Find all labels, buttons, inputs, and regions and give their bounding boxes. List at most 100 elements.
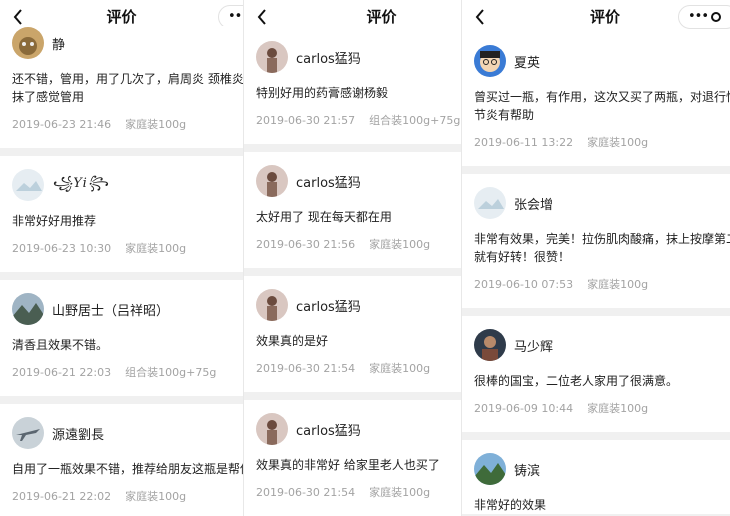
review-meta: 2019-06-30 21:57 组合装100g+75g bbox=[256, 112, 460, 144]
review-spec: 家庭装100g bbox=[587, 402, 649, 415]
review-text: 太好用了 现在每天都在用 bbox=[256, 210, 392, 224]
review-date: 2019-06-30 21:56 bbox=[256, 238, 356, 251]
review-card: carlos猛犸 效果真的是好 2019-06-30 21:54 家庭装100g bbox=[244, 288, 461, 400]
avatar[interactable] bbox=[12, 27, 44, 59]
review-text: 自用了一瓶效果不错，推荐给朋友这瓶是帮他买的 bbox=[12, 462, 243, 476]
person-icon bbox=[256, 165, 288, 197]
review-text: 很棒的国宝，二位老人家用了很满意。 bbox=[474, 374, 679, 388]
avatar[interactable] bbox=[256, 413, 288, 445]
review-spec: 家庭装100g bbox=[125, 118, 187, 131]
review-meta: 2019-06-23 10:30 家庭装100g bbox=[12, 240, 231, 272]
review-spec: 家庭装100g bbox=[369, 238, 431, 251]
review-list: 夏英 曾买过一瓶，有作用，这次又买了两瓶，对退行性关 节炎有帮助 2019-06… bbox=[462, 44, 730, 516]
avatar[interactable] bbox=[256, 289, 288, 321]
menu-capsule[interactable]: ••• bbox=[678, 5, 730, 29]
review-spec: 家庭装100g bbox=[369, 362, 431, 375]
more-icon[interactable]: ••• bbox=[688, 9, 709, 24]
reviewer-name: 静 bbox=[52, 37, 66, 53]
review-spec: 家庭装100g bbox=[587, 278, 649, 291]
review-date: 2019-06-10 07:53 bbox=[474, 278, 574, 291]
review-meta: 2019-06-10 07:53 家庭装100g bbox=[474, 276, 718, 308]
review-card: 张会增 非常有效果，完美！拉伤肌肉酸痛，抹上按摩第二天 就有好转！很赞！ 201… bbox=[462, 186, 730, 316]
review-date: 2019-06-30 21:54 bbox=[256, 486, 356, 499]
review-meta: 2019-06-30 21:54 家庭装100g bbox=[256, 484, 449, 516]
review-date: 2019-06-21 22:03 bbox=[12, 366, 112, 379]
reviewer-name: carlos猛犸 bbox=[296, 423, 361, 439]
landscape-icon bbox=[12, 169, 44, 201]
review-text: 非常好好用推荐 bbox=[12, 214, 97, 228]
avatar[interactable] bbox=[12, 417, 44, 449]
review-meta: 2019-06-21 22:03 组合装100g+75g bbox=[12, 364, 231, 396]
review-card: 铸滨 非常好的效果 bbox=[462, 452, 730, 516]
review-text: 清香且效果不错。 bbox=[12, 338, 109, 352]
review-spec: 家庭装100g bbox=[369, 486, 431, 499]
reviewer-name: ꧁Yi꧂ bbox=[52, 175, 110, 191]
back-button[interactable] bbox=[254, 8, 270, 26]
review-card: carlos猛犸 太好用了 现在每天都在用 2019-06-30 21:56 家庭… bbox=[244, 164, 461, 276]
cat-icon bbox=[12, 27, 44, 59]
avatar[interactable] bbox=[474, 187, 506, 219]
review-spec: 家庭装100g bbox=[587, 136, 649, 149]
review-list: carlos猛犸 特别好用的药膏感谢杨毅 2019-06-30 21:57 组合装… bbox=[244, 40, 461, 516]
review-spec: 家庭装100g bbox=[125, 490, 187, 503]
airplane-icon bbox=[12, 417, 44, 449]
chevron-left-icon bbox=[257, 9, 266, 25]
review-date: 2019-06-11 13:22 bbox=[474, 136, 574, 149]
avatar[interactable] bbox=[474, 453, 506, 485]
avatar[interactable] bbox=[474, 45, 506, 77]
avatar[interactable] bbox=[256, 41, 288, 73]
review-card: 静 还不错，管用，用了几次了，肩周炎 颈椎炎 腰 抹了感觉管用 2019-06-… bbox=[0, 26, 243, 156]
cartoon-face-icon bbox=[474, 45, 506, 77]
avatar[interactable] bbox=[474, 329, 506, 361]
reviewer-name: 铸滨 bbox=[514, 463, 541, 479]
reviewer-name: 山野居士（吕祥昭） bbox=[52, 303, 170, 319]
review-meta: 2019-06-21 22:02 家庭装100g bbox=[12, 488, 231, 516]
reviewer-name: 马少辉 bbox=[514, 339, 554, 355]
person-icon bbox=[256, 289, 288, 321]
screen-1: 评价 ••• 静 还不错，管用，用了几次了，肩周炎 颈椎炎 腰 抹了感觉管用 2… bbox=[0, 0, 243, 516]
reviewer-name: carlos猛犸 bbox=[296, 51, 361, 67]
person-icon bbox=[256, 413, 288, 445]
review-text: 非常有效果，完美！拉伤肌肉酸痛，抹上按摩第二天 就有好转！很赞！ bbox=[474, 232, 730, 264]
review-meta: 2019-06-11 13:22 家庭装100g bbox=[474, 134, 718, 166]
review-card: 马少辉 很棒的国宝，二位老人家用了很满意。 2019-06-09 10:44 家庭… bbox=[462, 328, 730, 440]
reviewer-name: carlos猛犸 bbox=[296, 175, 361, 191]
review-list: 静 还不错，管用，用了几次了，肩周炎 颈椎炎 腰 抹了感觉管用 2019-06-… bbox=[0, 26, 243, 516]
review-text: 还不错，管用，用了几次了，肩周炎 颈椎炎 腰 抹了感觉管用 bbox=[12, 72, 243, 104]
page-title: 评价 bbox=[106, 8, 137, 26]
screen-3: 评价 ••• 夏英 曾买过一瓶，有作用，这次又买了两瓶，对退行性关 节炎有帮助 bbox=[461, 0, 730, 516]
review-date: 2019-06-30 21:57 bbox=[256, 114, 356, 127]
review-date: 2019-06-09 10:44 bbox=[474, 402, 574, 415]
review-text: 曾买过一瓶，有作用，这次又买了两瓶，对退行性关 节炎有帮助 bbox=[474, 90, 730, 122]
mountain-icon bbox=[12, 293, 44, 325]
more-icon[interactable]: ••• bbox=[228, 9, 243, 24]
review-date: 2019-06-23 21:46 bbox=[12, 118, 112, 131]
reviewer-name: 源遠劉長 bbox=[52, 427, 105, 443]
review-meta: 2019-06-30 21:54 家庭装100g bbox=[256, 360, 449, 392]
review-date: 2019-06-21 22:02 bbox=[12, 490, 112, 503]
review-spec: 组合装100g+75g bbox=[369, 114, 461, 127]
review-card: carlos猛犸 特别好用的药膏感谢杨毅 2019-06-30 21:57 组合装… bbox=[244, 40, 461, 152]
screen-2: 评价 carlos猛犸 特别好用的药膏感谢杨毅 2019-06-30 21:57… bbox=[243, 0, 461, 516]
close-circle-icon[interactable] bbox=[711, 12, 721, 22]
reviewer-name: carlos猛犸 bbox=[296, 299, 361, 315]
avatar[interactable] bbox=[12, 293, 44, 325]
review-card: 山野居士（吕祥昭） 清香且效果不错。 2019-06-21 22:03 组合装10… bbox=[0, 292, 243, 404]
review-card: carlos猛犸 效果真的非常好 给家里老人也买了 2019-06-30 21:… bbox=[244, 412, 461, 516]
review-text: 效果真的是好 bbox=[256, 334, 329, 348]
avatar[interactable] bbox=[256, 165, 288, 197]
review-card: 源遠劉長 自用了一瓶效果不错，推荐给朋友这瓶是帮他买的 2019-06-21 2… bbox=[0, 416, 243, 516]
review-card: 夏英 曾买过一瓶，有作用，这次又买了两瓶，对退行性关 节炎有帮助 2019-06… bbox=[462, 44, 730, 174]
reviewer-name: 张会增 bbox=[514, 197, 554, 213]
navigation-bar: 评价 bbox=[244, 0, 461, 34]
mountain-icon bbox=[474, 453, 506, 485]
review-text: 效果真的非常好 给家里老人也买了 bbox=[256, 458, 440, 472]
avatar[interactable] bbox=[12, 169, 44, 201]
person-icon bbox=[256, 41, 288, 73]
review-date: 2019-06-23 10:30 bbox=[12, 242, 112, 255]
portrait-icon bbox=[474, 329, 506, 361]
screens-collage: 评价 ••• 静 还不错，管用，用了几次了，肩周炎 颈椎炎 腰 抹了感觉管用 2… bbox=[0, 0, 730, 516]
review-meta: 2019-06-23 21:46 家庭装100g bbox=[12, 116, 231, 148]
review-card: ꧁Yi꧂ 非常好好用推荐 2019-06-23 10:30 家庭装100g bbox=[0, 168, 243, 280]
navigation-bar: 评价 ••• bbox=[462, 0, 730, 34]
